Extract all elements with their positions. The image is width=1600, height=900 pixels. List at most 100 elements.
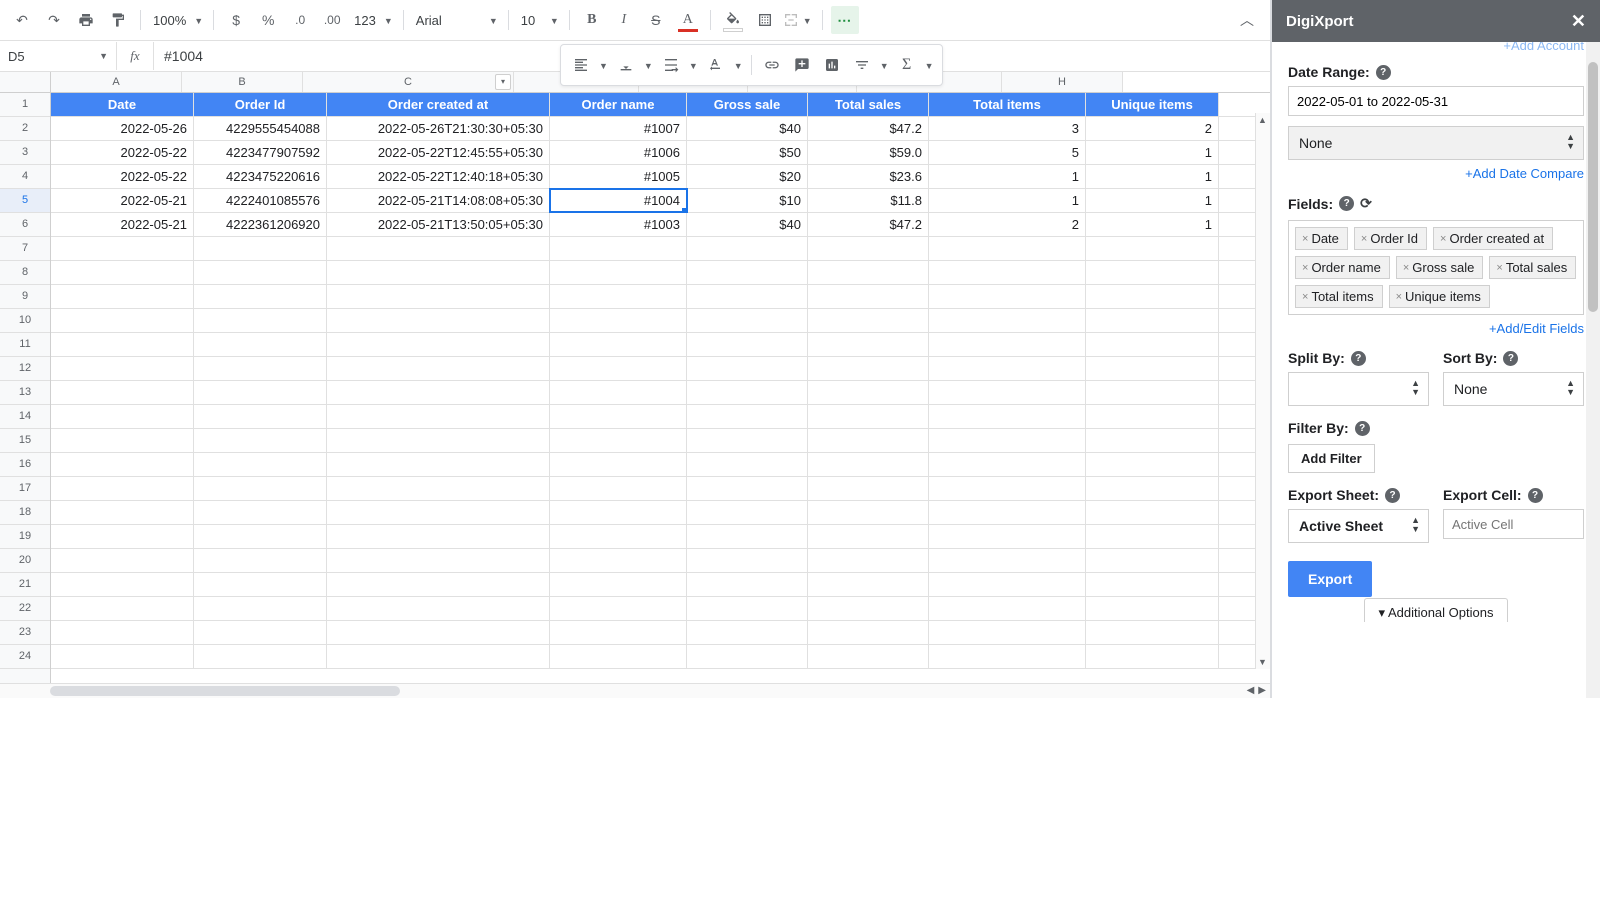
split-by-select[interactable]: ▲▼ — [1288, 372, 1429, 406]
cell[interactable]: $47.2 — [808, 117, 929, 140]
cell[interactable] — [687, 501, 808, 524]
cell[interactable] — [808, 453, 929, 476]
cell[interactable]: 4222361206920 — [194, 213, 327, 236]
horizontal-align-dropdown[interactable]: ▼ — [567, 51, 610, 79]
remove-chip-icon[interactable]: × — [1396, 291, 1402, 303]
cell[interactable] — [687, 549, 808, 572]
insert-chart-icon[interactable] — [818, 51, 846, 79]
cell[interactable] — [1086, 405, 1219, 428]
cell[interactable] — [929, 237, 1086, 260]
cell[interactable] — [327, 309, 550, 332]
row-header[interactable]: 18 — [0, 501, 50, 525]
cell[interactable]: 1 — [929, 165, 1086, 188]
cell[interactable]: $50 — [687, 141, 808, 164]
row-header[interactable]: 22 — [0, 597, 50, 621]
remove-chip-icon[interactable]: × — [1440, 233, 1446, 245]
italic-icon[interactable]: I — [610, 6, 638, 34]
cell[interactable] — [194, 285, 327, 308]
cell[interactable] — [929, 525, 1086, 548]
panel-scrollbar[interactable] — [1586, 42, 1600, 698]
header-cell[interactable]: Order Id — [194, 93, 327, 116]
cell[interactable] — [327, 261, 550, 284]
row-header[interactable]: 14 — [0, 405, 50, 429]
cell[interactable] — [194, 309, 327, 332]
cell[interactable] — [51, 549, 194, 572]
percent-icon[interactable]: % — [254, 6, 282, 34]
cell[interactable] — [808, 621, 929, 644]
cell[interactable] — [808, 573, 929, 596]
cell[interactable] — [1086, 477, 1219, 500]
remove-chip-icon[interactable]: × — [1302, 262, 1308, 274]
cell[interactable] — [51, 261, 194, 284]
cell[interactable] — [194, 429, 327, 452]
cell[interactable]: $47.2 — [808, 213, 929, 236]
cell[interactable] — [194, 573, 327, 596]
cell[interactable] — [929, 501, 1086, 524]
cell[interactable] — [1086, 453, 1219, 476]
functions-dropdown[interactable]: Σ▼ — [893, 51, 936, 79]
redo-icon[interactable]: ↷ — [40, 6, 68, 34]
cell[interactable] — [194, 261, 327, 284]
help-icon[interactable]: ? — [1528, 488, 1543, 503]
cell[interactable]: 2022-05-22 — [51, 141, 194, 164]
cell[interactable] — [687, 525, 808, 548]
cell[interactable] — [1086, 333, 1219, 356]
cell[interactable] — [808, 357, 929, 380]
cell[interactable] — [929, 405, 1086, 428]
row-header[interactable]: 17 — [0, 477, 50, 501]
cell[interactable] — [194, 405, 327, 428]
cell[interactable] — [1086, 309, 1219, 332]
cell[interactable] — [1086, 261, 1219, 284]
cell[interactable] — [687, 573, 808, 596]
cell[interactable] — [808, 429, 929, 452]
cell[interactable] — [327, 525, 550, 548]
cell[interactable] — [808, 309, 929, 332]
cell[interactable] — [1086, 573, 1219, 596]
date-range-input[interactable] — [1288, 86, 1584, 116]
cell[interactable]: 2022-05-21T13:50:05+05:30 — [327, 213, 550, 236]
borders-icon[interactable] — [751, 6, 779, 34]
cell[interactable] — [929, 477, 1086, 500]
cell[interactable] — [687, 405, 808, 428]
cell[interactable] — [687, 357, 808, 380]
cell[interactable] — [808, 237, 929, 260]
cell[interactable] — [929, 429, 1086, 452]
close-icon[interactable]: ✕ — [1571, 11, 1586, 32]
cell[interactable] — [550, 405, 687, 428]
cell[interactable] — [550, 357, 687, 380]
merge-cells-icon[interactable]: ▼ — [783, 12, 814, 28]
column-header-B[interactable]: B — [182, 72, 303, 92]
cell[interactable] — [929, 285, 1086, 308]
cell[interactable]: #1005 — [550, 165, 687, 188]
fill-color-icon[interactable] — [719, 6, 747, 34]
cell[interactable]: 2022-05-22 — [51, 165, 194, 188]
cell[interactable] — [929, 645, 1086, 668]
cell[interactable] — [808, 645, 929, 668]
cell[interactable] — [327, 429, 550, 452]
row-header[interactable]: 13 — [0, 381, 50, 405]
cell[interactable] — [808, 261, 929, 284]
cell[interactable] — [51, 453, 194, 476]
cell[interactable] — [550, 549, 687, 572]
print-icon[interactable] — [72, 6, 100, 34]
cell[interactable] — [327, 453, 550, 476]
cell[interactable] — [929, 573, 1086, 596]
cell[interactable] — [687, 333, 808, 356]
cell[interactable]: 4229555454088 — [194, 117, 327, 140]
cell[interactable] — [929, 357, 1086, 380]
column-header-C[interactable]: C▾ — [303, 72, 514, 92]
cell[interactable] — [51, 381, 194, 404]
cell[interactable] — [327, 645, 550, 668]
row-header[interactable]: 4 — [0, 165, 50, 189]
header-cell[interactable]: Unique items — [1086, 93, 1219, 116]
row-header[interactable]: 11 — [0, 333, 50, 357]
cell[interactable] — [51, 525, 194, 548]
cell[interactable] — [550, 381, 687, 404]
text-color-icon[interactable]: A — [674, 6, 702, 34]
help-icon[interactable]: ? — [1385, 488, 1400, 503]
cell[interactable] — [687, 597, 808, 620]
cell[interactable] — [1086, 285, 1219, 308]
cell[interactable] — [194, 357, 327, 380]
decrease-decimal-icon[interactable]: .0 — [286, 6, 314, 34]
cell[interactable]: #1004 — [550, 189, 687, 212]
